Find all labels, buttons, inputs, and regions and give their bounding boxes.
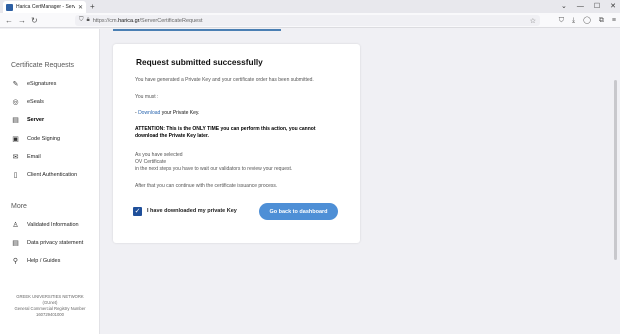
help-icon: ⚲	[12, 258, 19, 265]
intro-text: You have generated a Private Key and you…	[135, 77, 314, 83]
sidebar-item-label: eSignatures	[27, 81, 57, 87]
sidebar-item-eseals[interactable]: ◎ eSeals	[11, 97, 97, 107]
sidebar-item-label: Data privacy statement	[27, 240, 84, 246]
shield-icon[interactable]: ⛉	[79, 17, 84, 24]
sidebar-item-label: Client Authentication	[27, 172, 78, 178]
sidebar-item-data-privacy[interactable]: ▤ Data privacy statement	[11, 238, 97, 248]
sidebar-item-code-signing[interactable]: ▣ Code Signing	[11, 134, 97, 144]
forward-arrow-icon[interactable]: →	[18, 15, 26, 26]
sidebar: Certificate Requests ✎ eSignatures ◎ eSe…	[0, 29, 100, 334]
sidebar-item-email[interactable]: ✉ Email	[11, 152, 97, 162]
must-text: You must :	[135, 94, 159, 100]
email-icon: ✉	[12, 154, 19, 161]
sidebar-item-label: eSeals	[27, 99, 44, 105]
card-title: Request submitted successfully	[136, 57, 263, 67]
footer-registry-number: 160729401000	[36, 312, 64, 317]
seal-icon: ◎	[12, 99, 19, 106]
sidebar-item-label: Email	[27, 154, 41, 160]
sidebar-section-more: More	[11, 203, 27, 210]
selected-info-text: As you have selected OV Certificate in t…	[135, 152, 293, 172]
menu-icon[interactable]: ≡	[612, 15, 616, 26]
reload-icon[interactable]: ↻	[31, 15, 38, 26]
new-tab-button[interactable]: +	[90, 1, 95, 12]
tab-list-icon[interactable]: ⌄	[561, 1, 567, 12]
validated-icon: ♙	[12, 222, 19, 229]
signature-icon: ✎	[12, 81, 19, 88]
sidebar-item-label: Code Signing	[27, 136, 61, 142]
browser-tab-bar: Harica CertManager - Server C ✕ + ⌄ — ☐ …	[0, 0, 620, 13]
downloaded-checkbox[interactable]: ✓	[133, 207, 142, 216]
sidebar-item-help-guides[interactable]: ⚲ Help / Guides	[11, 256, 97, 266]
sidebar-item-validated-information[interactable]: ♙ Validated Information	[11, 220, 97, 230]
privacy-icon: ▤	[12, 240, 19, 247]
harica-favicon-icon	[6, 3, 13, 11]
success-card: Request submitted successfully You have …	[113, 44, 360, 243]
shield-toolbar-icon[interactable]: ⛉	[559, 15, 564, 26]
address-bar[interactable]: ⛉ 🔒︎ https://cm.harica.gr/ServerCertific…	[75, 15, 540, 26]
account-icon[interactable]: ◯	[583, 15, 591, 26]
minimize-icon[interactable]: —	[577, 1, 584, 12]
server-icon: ▤	[12, 117, 19, 124]
scrollbar[interactable]	[614, 80, 617, 260]
lock-icon[interactable]: 🔒︎	[87, 17, 90, 24]
close-window-icon[interactable]: ✕	[610, 1, 616, 12]
sidebar-item-label: Validated Information	[27, 222, 79, 228]
download-instruction: - Download your Private Key.	[135, 110, 200, 116]
after-text: After that you can continue with the cer…	[135, 183, 278, 189]
go-back-dashboard-button[interactable]: Go back to dashboard	[259, 203, 338, 220]
url-text: https://cm.harica.gr/ServerCertificateRe…	[92, 17, 203, 24]
sidebar-section-certificate-requests: Certificate Requests	[11, 62, 75, 69]
sidebar-footer: GREEK UNIVERSITIES NETWORK (GUnet) Gener…	[0, 294, 100, 318]
maximize-icon[interactable]: ☐	[594, 1, 600, 12]
browser-tab[interactable]: Harica CertManager - Server C ✕	[3, 1, 86, 13]
step-progress-bar	[113, 29, 281, 31]
sidebar-item-esignatures[interactable]: ✎ eSignatures	[11, 79, 97, 89]
code-icon: ▣	[12, 136, 19, 143]
browser-nav-bar: ← → ↻ ⛉ 🔒︎ https://cm.harica.gr/ServerCe…	[0, 13, 620, 28]
downloaded-checkbox-label[interactable]: I have downloaded my private Key	[147, 208, 237, 214]
extensions-icon[interactable]: ⧉	[599, 15, 604, 26]
tab-close-icon[interactable]: ✕	[78, 4, 83, 11]
client-auth-icon: ▯	[13, 172, 18, 179]
sidebar-item-server[interactable]: ▤ Server	[11, 115, 97, 125]
download-link[interactable]: Download	[138, 110, 160, 116]
attention-text: ATTENTION: This is the ONLY TIME you can…	[135, 126, 316, 139]
sidebar-item-client-authentication[interactable]: ▯ Client Authentication	[11, 170, 97, 180]
bookmark-star-icon[interactable]: ☆	[530, 17, 536, 25]
download-icon[interactable]: ⤓	[572, 15, 575, 26]
sidebar-item-label: Help / Guides	[27, 258, 61, 264]
sidebar-item-label: Server	[27, 117, 45, 123]
tab-title: Harica CertManager - Server C	[16, 4, 75, 10]
back-arrow-icon[interactable]: ←	[5, 15, 13, 26]
